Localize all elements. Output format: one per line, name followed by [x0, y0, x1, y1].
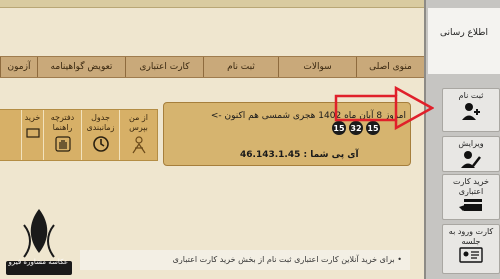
tile-schedule-label: جدول زمانبندی: [86, 113, 115, 132]
sidebar-item-buy-card[interactable]: خرید کارت اعتباری: [442, 174, 500, 220]
menu-item-license-renewal[interactable]: تعویض گواهینامه: [37, 57, 125, 77]
user-edit-icon: [461, 151, 481, 168]
menu-item-questions[interactable]: سوالات: [278, 57, 356, 77]
ip-address: آی پی شما : 46.143.1.45: [240, 150, 359, 160]
sidebar-item-entry-card-label: کارت ورود به جلسه: [448, 227, 494, 246]
sidebar-item-buy-card-label: خرید کارت اعتباری: [453, 177, 489, 196]
red-arrow-icon: [334, 85, 434, 131]
tile-guide-label: دفترچه راهنما: [50, 113, 75, 132]
entry-card-icon: [459, 247, 483, 263]
card-buy-icon: [459, 199, 482, 211]
watermark-text: عکاسه مشاوره فیروه: [8, 258, 68, 266]
notice-label: برای خرید آنلاین کارت اعتباری ثبت نام از…: [172, 255, 395, 264]
sidebar-item-entry-card[interactable]: کارت ورود به جلسه: [442, 224, 500, 274]
sidebar-header: اطلاع رسانی: [428, 8, 500, 74]
hand-icon: [54, 136, 71, 152]
clock-icon: [92, 136, 109, 152]
watermark-logo: [6, 209, 72, 275]
tile-buy[interactable]: خرید: [21, 110, 43, 160]
notice-text: • برای خرید آنلاین کارت اعتباری ثبت نام …: [80, 250, 410, 270]
menu-item-home[interactable]: منوی اصلی: [356, 57, 424, 77]
shortcut-tiles: از من بپرس جدول زمانبندی دفترچه راهنما خ…: [0, 109, 158, 161]
main-menu-bar: منوی اصلی سوالات ثبت نام کارت اعتباری تع…: [0, 56, 424, 78]
menu-item-exam[interactable]: آزمون: [0, 57, 37, 77]
top-strip: [0, 0, 424, 8]
tile-guide[interactable]: دفترچه راهنما: [43, 110, 81, 160]
menu-item-credit-card[interactable]: کارت اعتباری: [125, 57, 203, 77]
sidebar-item-register[interactable]: ثبت نام: [442, 88, 500, 132]
sidebar-item-register-label: ثبت نام: [458, 91, 484, 100]
sidebar-item-edit[interactable]: ویرایش: [442, 136, 500, 172]
sidebar-item-edit-label: ویرایش: [458, 139, 484, 148]
tile-ask-me-label: از من بپرس: [128, 113, 148, 132]
tile-schedule[interactable]: جدول زمانبندی: [81, 110, 119, 160]
user-add-icon: [462, 103, 480, 120]
bullet-icon: •: [394, 255, 402, 264]
tile-buy-label: خرید: [24, 113, 41, 122]
cart-icon: [25, 128, 40, 138]
tile-ask-me[interactable]: از من بپرس: [119, 110, 157, 160]
person-question-icon: [132, 136, 145, 154]
menu-item-register[interactable]: ثبت نام: [203, 57, 278, 77]
